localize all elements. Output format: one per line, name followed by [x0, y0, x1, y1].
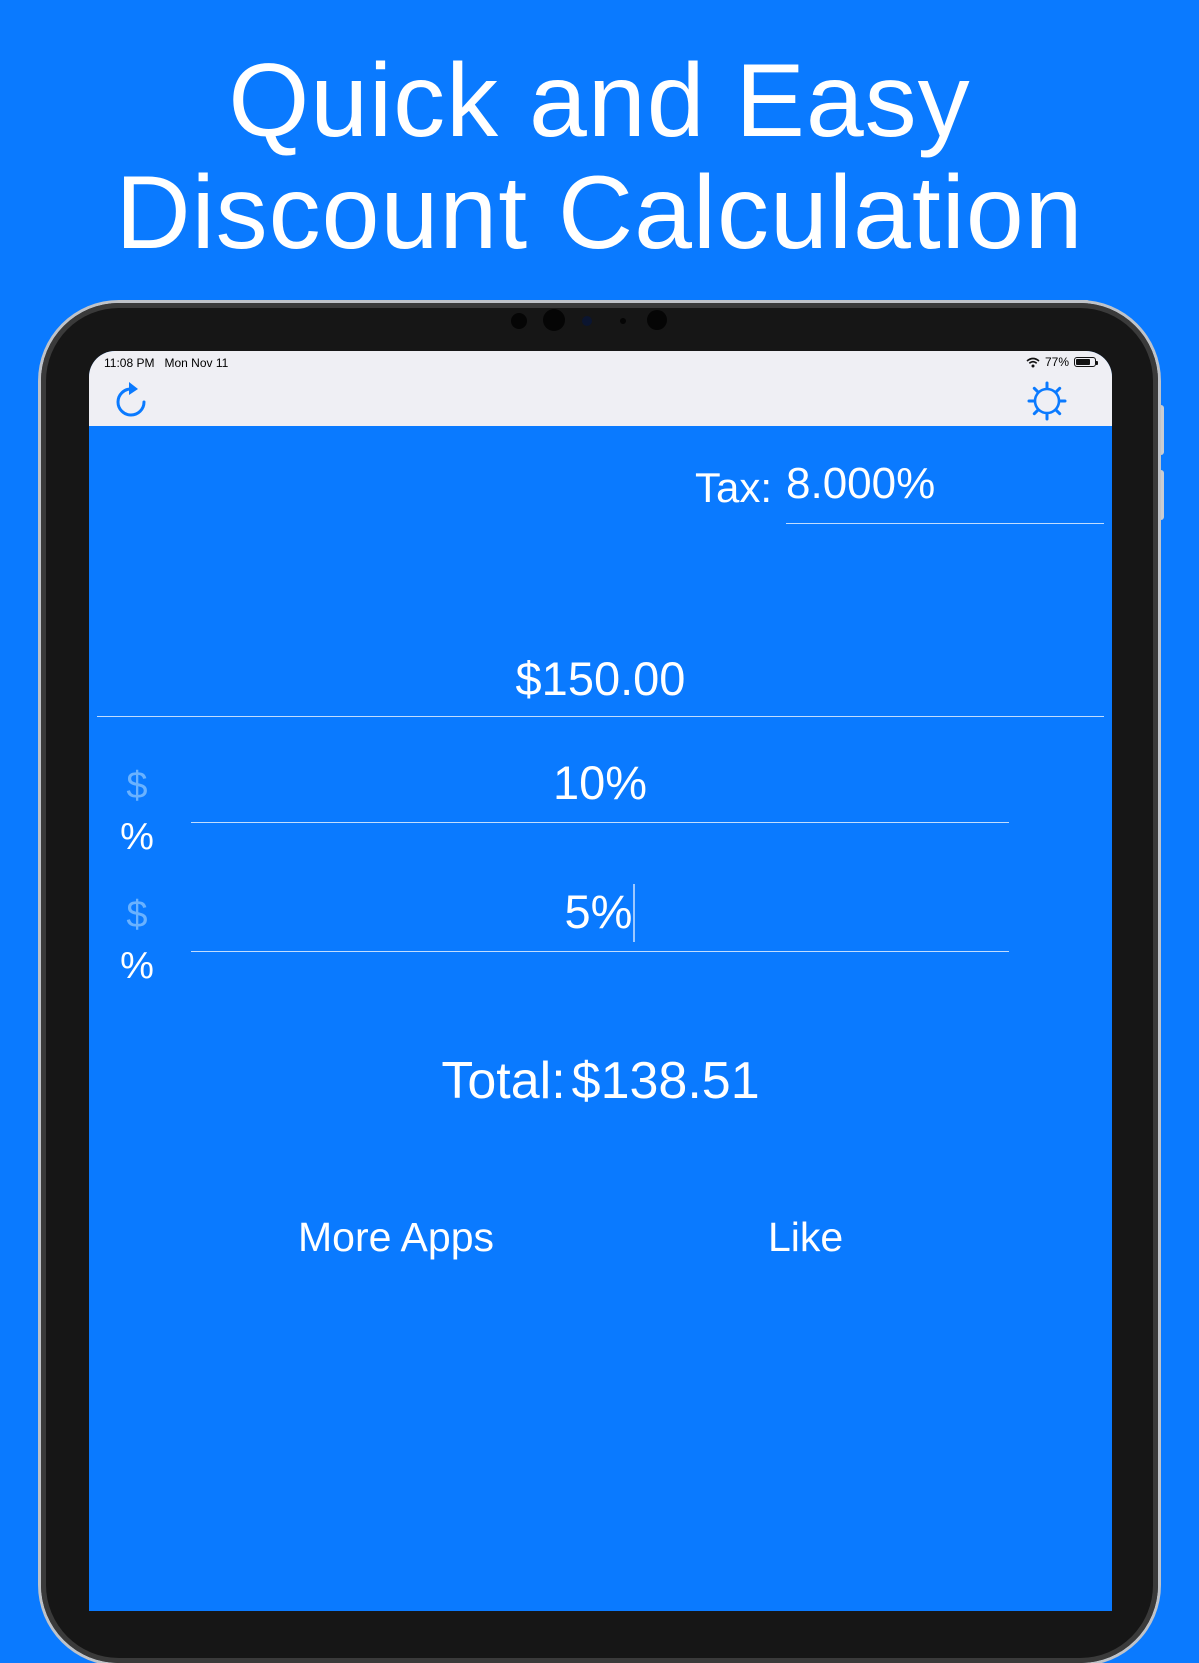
- status-time: 11:08 PM Mon Nov 11: [104, 356, 228, 370]
- total-display: Total: $138.51: [89, 1051, 1112, 1111]
- percent-option[interactable]: %: [119, 938, 155, 994]
- battery-percentage: 77%: [1044, 355, 1069, 369]
- settings-button[interactable]: [1027, 381, 1067, 421]
- status-indicators: 77%: [1026, 355, 1098, 369]
- dollar-option[interactable]: $: [119, 892, 155, 938]
- sensor-dot: [582, 316, 592, 326]
- device-volume-up-button: [1158, 405, 1164, 455]
- more-apps-button[interactable]: More Apps: [298, 1214, 494, 1261]
- front-camera: [543, 309, 565, 331]
- tax-label: Tax:: [695, 464, 773, 511]
- sensor-dot: [647, 310, 667, 330]
- headline: Quick and Easy Discount Calculation: [0, 45, 1199, 269]
- wifi-icon: [1026, 357, 1040, 367]
- like-button[interactable]: Like: [768, 1214, 843, 1261]
- battery-icon: [1074, 357, 1098, 367]
- sensor-dot: [620, 318, 626, 324]
- headline-line-2: Discount Calculation: [115, 155, 1084, 271]
- discount-1-input[interactable]: 10%: [191, 744, 1009, 823]
- status-clock: 11:08 PM: [104, 356, 155, 370]
- discount-2-type-toggle[interactable]: $ %: [119, 892, 155, 994]
- discount-2-value: 5%: [564, 885, 633, 938]
- discount-1-type-toggle[interactable]: $ %: [119, 763, 155, 865]
- total-value: $138.51: [571, 1052, 760, 1110]
- refresh-button[interactable]: [111, 381, 151, 421]
- total-label: Total:: [441, 1052, 566, 1110]
- headline-line-1: Quick and Easy: [228, 43, 971, 159]
- sensor-dot: [511, 313, 527, 329]
- refresh-icon: [116, 382, 146, 417]
- gear-icon: [1027, 381, 1067, 421]
- percent-option[interactable]: %: [119, 809, 155, 865]
- status-date: Mon Nov 11: [164, 356, 229, 370]
- top-bar: 11:08 PM Mon Nov 11 77%: [89, 351, 1112, 426]
- dollar-option[interactable]: $: [119, 763, 155, 809]
- discount-2-input[interactable]: 5%: [191, 873, 1009, 952]
- text-cursor: [633, 883, 636, 942]
- device-volume-down-button: [1158, 470, 1164, 520]
- tax-rate-input[interactable]: 8.000%: [786, 459, 1104, 524]
- app-screen: 11:08 PM Mon Nov 11 77% Tax: 8.000% $150…: [89, 351, 1112, 1611]
- price-input[interactable]: $150.00: [97, 641, 1104, 717]
